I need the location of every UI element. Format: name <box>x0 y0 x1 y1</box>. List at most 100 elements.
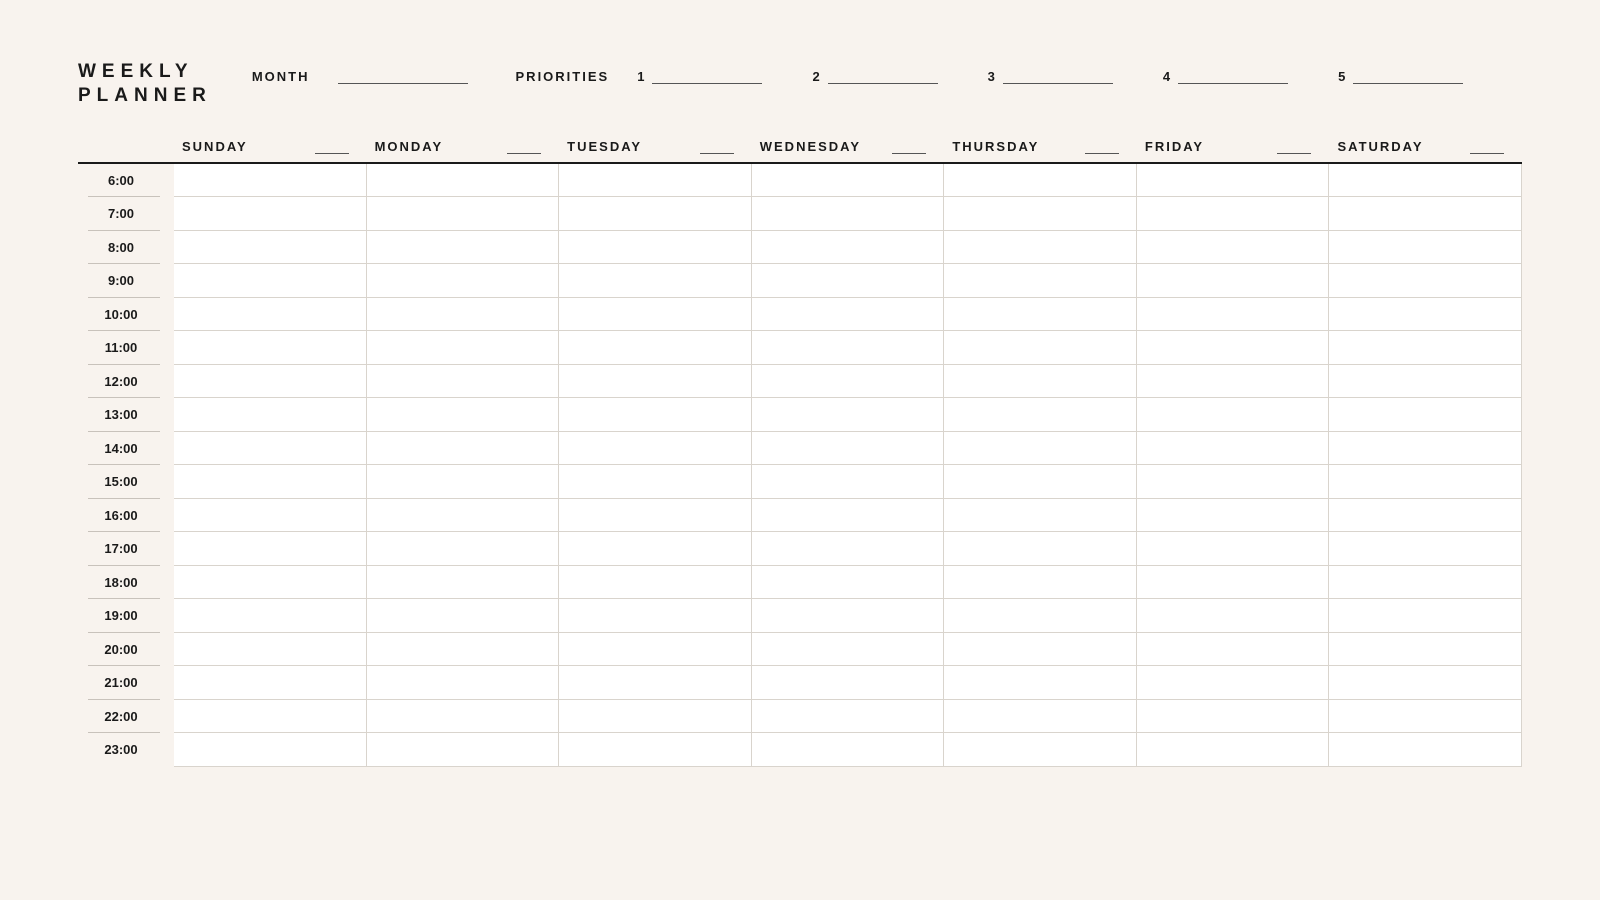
slot-monday-2300[interactable] <box>367 733 560 767</box>
slot-wednesday-1300[interactable] <box>752 398 945 432</box>
priority-2-input[interactable] <box>828 64 938 84</box>
slot-tuesday-1000[interactable] <box>559 298 752 332</box>
slot-saturday-1900[interactable] <box>1329 599 1522 633</box>
slot-saturday-2200[interactable] <box>1329 700 1522 734</box>
slot-sunday-1400[interactable] <box>174 432 367 466</box>
slot-sunday-1300[interactable] <box>174 398 367 432</box>
slot-tuesday-1300[interactable] <box>559 398 752 432</box>
slot-friday-1800[interactable] <box>1137 566 1330 600</box>
slot-wednesday-1500[interactable] <box>752 465 945 499</box>
slot-friday-1300[interactable] <box>1137 398 1330 432</box>
slot-monday-1400[interactable] <box>367 432 560 466</box>
slot-wednesday-2200[interactable] <box>752 700 945 734</box>
slot-wednesday-900[interactable] <box>752 264 945 298</box>
slot-friday-1700[interactable] <box>1137 532 1330 566</box>
slot-sunday-1200[interactable] <box>174 365 367 399</box>
priority-3-input[interactable] <box>1003 64 1113 84</box>
slot-friday-1200[interactable] <box>1137 365 1330 399</box>
slot-saturday-700[interactable] <box>1329 197 1522 231</box>
slot-monday-900[interactable] <box>367 264 560 298</box>
slot-saturday-1200[interactable] <box>1329 365 1522 399</box>
slot-tuesday-2100[interactable] <box>559 666 752 700</box>
slot-wednesday-1400[interactable] <box>752 432 945 466</box>
slot-wednesday-2000[interactable] <box>752 633 945 667</box>
slot-wednesday-600[interactable] <box>752 164 945 198</box>
slot-saturday-1000[interactable] <box>1329 298 1522 332</box>
slot-sunday-1500[interactable] <box>174 465 367 499</box>
slot-monday-2000[interactable] <box>367 633 560 667</box>
slot-monday-1600[interactable] <box>367 499 560 533</box>
priority-1-input[interactable] <box>652 64 762 84</box>
slot-sunday-600[interactable] <box>174 164 367 198</box>
slot-sunday-1000[interactable] <box>174 298 367 332</box>
slot-wednesday-1900[interactable] <box>752 599 945 633</box>
slot-sunday-1600[interactable] <box>174 499 367 533</box>
slot-sunday-1100[interactable] <box>174 331 367 365</box>
slot-friday-2000[interactable] <box>1137 633 1330 667</box>
slot-thursday-2300[interactable] <box>944 733 1137 767</box>
slot-thursday-2100[interactable] <box>944 666 1137 700</box>
slot-wednesday-2100[interactable] <box>752 666 945 700</box>
slot-wednesday-1700[interactable] <box>752 532 945 566</box>
slot-tuesday-1900[interactable] <box>559 599 752 633</box>
slot-friday-1000[interactable] <box>1137 298 1330 332</box>
slot-thursday-800[interactable] <box>944 231 1137 265</box>
slot-tuesday-600[interactable] <box>559 164 752 198</box>
slot-tuesday-800[interactable] <box>559 231 752 265</box>
slot-friday-700[interactable] <box>1137 197 1330 231</box>
slot-friday-900[interactable] <box>1137 264 1330 298</box>
slot-saturday-2100[interactable] <box>1329 666 1522 700</box>
slot-thursday-1100[interactable] <box>944 331 1137 365</box>
slot-monday-1700[interactable] <box>367 532 560 566</box>
slot-monday-2100[interactable] <box>367 666 560 700</box>
slot-saturday-1100[interactable] <box>1329 331 1522 365</box>
slot-thursday-1000[interactable] <box>944 298 1137 332</box>
slot-tuesday-700[interactable] <box>559 197 752 231</box>
slot-tuesday-1600[interactable] <box>559 499 752 533</box>
slot-tuesday-2300[interactable] <box>559 733 752 767</box>
day-date-input[interactable] <box>507 138 541 154</box>
slot-thursday-600[interactable] <box>944 164 1137 198</box>
slot-saturday-1700[interactable] <box>1329 532 1522 566</box>
slot-tuesday-1400[interactable] <box>559 432 752 466</box>
slot-monday-1800[interactable] <box>367 566 560 600</box>
priority-5-input[interactable] <box>1353 64 1463 84</box>
slot-thursday-700[interactable] <box>944 197 1137 231</box>
slot-sunday-1900[interactable] <box>174 599 367 633</box>
slot-wednesday-800[interactable] <box>752 231 945 265</box>
slot-tuesday-1500[interactable] <box>559 465 752 499</box>
slot-monday-700[interactable] <box>367 197 560 231</box>
slot-thursday-1500[interactable] <box>944 465 1137 499</box>
slot-wednesday-1200[interactable] <box>752 365 945 399</box>
slot-saturday-900[interactable] <box>1329 264 1522 298</box>
slot-monday-1300[interactable] <box>367 398 560 432</box>
slot-tuesday-2000[interactable] <box>559 633 752 667</box>
day-date-input[interactable] <box>315 138 349 154</box>
day-date-input[interactable] <box>1277 138 1311 154</box>
month-input[interactable] <box>338 64 468 84</box>
slot-sunday-800[interactable] <box>174 231 367 265</box>
slot-friday-2200[interactable] <box>1137 700 1330 734</box>
slot-thursday-1200[interactable] <box>944 365 1137 399</box>
slot-monday-600[interactable] <box>367 164 560 198</box>
slot-sunday-2200[interactable] <box>174 700 367 734</box>
slot-monday-2200[interactable] <box>367 700 560 734</box>
slot-friday-800[interactable] <box>1137 231 1330 265</box>
slot-saturday-1500[interactable] <box>1329 465 1522 499</box>
day-date-input[interactable] <box>892 138 926 154</box>
slot-friday-2100[interactable] <box>1137 666 1330 700</box>
day-date-input[interactable] <box>1470 138 1504 154</box>
slot-wednesday-2300[interactable] <box>752 733 945 767</box>
slot-saturday-1300[interactable] <box>1329 398 1522 432</box>
slot-saturday-600[interactable] <box>1329 164 1522 198</box>
slot-friday-1100[interactable] <box>1137 331 1330 365</box>
slot-tuesday-1700[interactable] <box>559 532 752 566</box>
slot-thursday-1900[interactable] <box>944 599 1137 633</box>
slot-thursday-1800[interactable] <box>944 566 1137 600</box>
slot-saturday-2300[interactable] <box>1329 733 1522 767</box>
slot-sunday-1700[interactable] <box>174 532 367 566</box>
slot-thursday-1700[interactable] <box>944 532 1137 566</box>
slot-tuesday-1100[interactable] <box>559 331 752 365</box>
slot-wednesday-1100[interactable] <box>752 331 945 365</box>
slot-monday-1900[interactable] <box>367 599 560 633</box>
